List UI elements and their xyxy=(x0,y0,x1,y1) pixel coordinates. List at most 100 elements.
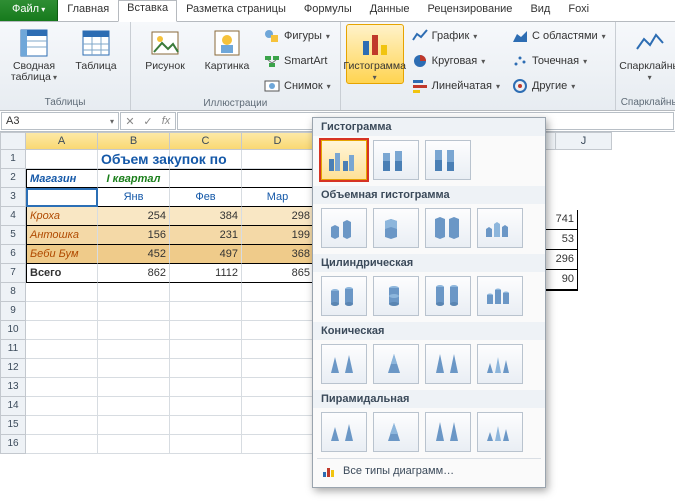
histogram-label: Гистограмма xyxy=(343,61,406,83)
chart-type-3d-clustered[interactable] xyxy=(321,208,367,248)
picture-button[interactable]: Рисунок xyxy=(136,24,194,73)
total-val[interactable]: 53 xyxy=(544,230,578,250)
row-head[interactable]: 4 xyxy=(0,207,26,226)
col-head-j[interactable]: J xyxy=(556,132,612,150)
col-head-b[interactable]: B xyxy=(98,132,170,150)
clustered-column-icon xyxy=(327,147,361,173)
screenshot-button[interactable]: Снимок xyxy=(260,74,335,98)
sparklines-button[interactable]: Спарклайны xyxy=(621,24,675,84)
chart-type-pyramid-100[interactable] xyxy=(425,412,471,452)
row-head[interactable]: 7 xyxy=(0,264,26,283)
row-head[interactable]: 13 xyxy=(0,378,26,397)
name-box[interactable]: A3 ▾ xyxy=(1,112,119,130)
tab-formulas[interactable]: Формулы xyxy=(295,0,361,21)
fx-icon[interactable]: fx xyxy=(157,115,175,127)
area-chart-button[interactable]: С областями xyxy=(508,24,610,48)
chart-type-3d-column[interactable] xyxy=(477,208,523,248)
row-head[interactable]: 9 xyxy=(0,302,26,321)
name-box-value: A3 xyxy=(6,115,19,127)
smartart-button[interactable]: SmartArt xyxy=(260,49,335,73)
selected-cell[interactable] xyxy=(26,188,98,207)
gallery-section-label: Пирамидальная xyxy=(313,390,545,408)
row-head[interactable]: 2 xyxy=(0,169,26,188)
tab-insert[interactable]: Вставка xyxy=(118,0,177,22)
chart-type-cone-clustered[interactable] xyxy=(321,344,367,384)
gallery-section-label: Объемная гистограмма xyxy=(313,186,545,204)
row-head[interactable]: 6 xyxy=(0,245,26,264)
chart-type-3d-100-stacked[interactable] xyxy=(425,208,471,248)
tab-foxit[interactable]: Foxi xyxy=(559,0,598,21)
title-cell[interactable]: Объем закупок по xyxy=(98,150,170,169)
total-val[interactable]: 90 xyxy=(544,270,578,291)
right-total-column: 741 53 296 90 xyxy=(544,210,578,291)
enter-icon[interactable]: ✓ xyxy=(139,115,157,128)
tab-home[interactable]: Главная xyxy=(58,0,118,21)
line-chart-button[interactable]: График xyxy=(408,24,504,48)
cyl-3d-icon xyxy=(483,283,517,309)
pie-chart-button[interactable]: Круговая xyxy=(408,49,504,73)
col3d-stacked-icon xyxy=(379,215,413,241)
group-sparklines-label: Спарклайны xyxy=(621,97,675,110)
clipart-button[interactable]: Картинка xyxy=(198,24,256,73)
row-head[interactable]: 15 xyxy=(0,416,26,435)
header-store[interactable]: Магазин xyxy=(26,169,98,188)
chart-type-pyramid-3d[interactable] xyxy=(477,412,523,452)
total-val[interactable]: 296 xyxy=(544,250,578,270)
screenshot-icon xyxy=(264,78,280,94)
tab-file[interactable]: Файл xyxy=(0,0,58,21)
chevron-down-icon[interactable]: ▾ xyxy=(110,117,114,126)
row-head[interactable]: 8 xyxy=(0,283,26,302)
shapes-label: Фигуры xyxy=(284,30,322,42)
pct-stacked-column-icon xyxy=(431,147,465,173)
sparklines-label: Спарклайны xyxy=(619,61,675,83)
gallery-section-label: Коническая xyxy=(313,322,545,340)
row-head[interactable]: 5 xyxy=(0,226,26,245)
chart-type-pyramid-stacked[interactable] xyxy=(373,412,419,452)
chart-type-stacked-column[interactable] xyxy=(373,140,419,180)
col-head-d[interactable]: D xyxy=(242,132,314,150)
chart-type-cone-100[interactable] xyxy=(425,344,471,384)
row-head[interactable]: 10 xyxy=(0,321,26,340)
all-chart-types-button[interactable]: Все типы диаграмм… xyxy=(313,459,545,483)
formula-controls: ✕ ✓ fx xyxy=(120,112,176,130)
cancel-icon[interactable]: ✕ xyxy=(121,115,139,128)
row-head[interactable]: 3 xyxy=(0,188,26,207)
tab-data[interactable]: Данные xyxy=(361,0,419,21)
total-val[interactable]: 741 xyxy=(544,210,578,230)
row-head[interactable]: 16 xyxy=(0,435,26,454)
sparklines-icon xyxy=(634,27,666,59)
chart-type-cylinder-clustered[interactable] xyxy=(321,276,367,316)
row-head[interactable]: 1 xyxy=(0,150,26,169)
chart-type-3d-stacked[interactable] xyxy=(373,208,419,248)
chart-type-cylinder-3d[interactable] xyxy=(477,276,523,316)
chart-type-clustered-column[interactable] xyxy=(321,140,367,180)
picture-icon xyxy=(149,27,181,59)
tab-view[interactable]: Вид xyxy=(521,0,559,21)
area-chart-icon xyxy=(512,28,528,44)
col-head-a[interactable]: A xyxy=(26,132,98,150)
row-head[interactable]: 11 xyxy=(0,340,26,359)
other-charts-button[interactable]: Другие xyxy=(508,74,610,98)
line-chart-label: График xyxy=(432,30,470,42)
chart-type-cone-3d[interactable] xyxy=(477,344,523,384)
chart-type-cone-stacked[interactable] xyxy=(373,344,419,384)
chart-type-cylinder-100[interactable] xyxy=(425,276,471,316)
tab-review[interactable]: Рецензирование xyxy=(418,0,521,21)
ribbon: Сводная таблица Таблица Таблицы Рисунок … xyxy=(0,22,675,111)
row-head[interactable]: 12 xyxy=(0,359,26,378)
col3d-icon xyxy=(327,215,361,241)
chart-type-pyramid-clustered[interactable] xyxy=(321,412,367,452)
shapes-button[interactable]: Фигуры xyxy=(260,24,335,48)
table-button[interactable]: Таблица xyxy=(67,24,125,73)
tab-page-layout[interactable]: Разметка страницы xyxy=(177,0,295,21)
scatter-chart-button[interactable]: Точечная xyxy=(508,49,610,73)
pie-chart-label: Круговая xyxy=(432,55,478,67)
col-head-c[interactable]: C xyxy=(170,132,242,150)
row-head[interactable]: 14 xyxy=(0,397,26,416)
chart-type-cylinder-stacked[interactable] xyxy=(373,276,419,316)
chart-type-100-stacked-column[interactable] xyxy=(425,140,471,180)
select-all-corner[interactable] xyxy=(0,132,26,150)
bar-chart-button[interactable]: Линейчатая xyxy=(408,74,504,98)
histogram-button[interactable]: Гистограмма xyxy=(346,24,404,84)
pivot-table-button[interactable]: Сводная таблица xyxy=(5,24,63,84)
